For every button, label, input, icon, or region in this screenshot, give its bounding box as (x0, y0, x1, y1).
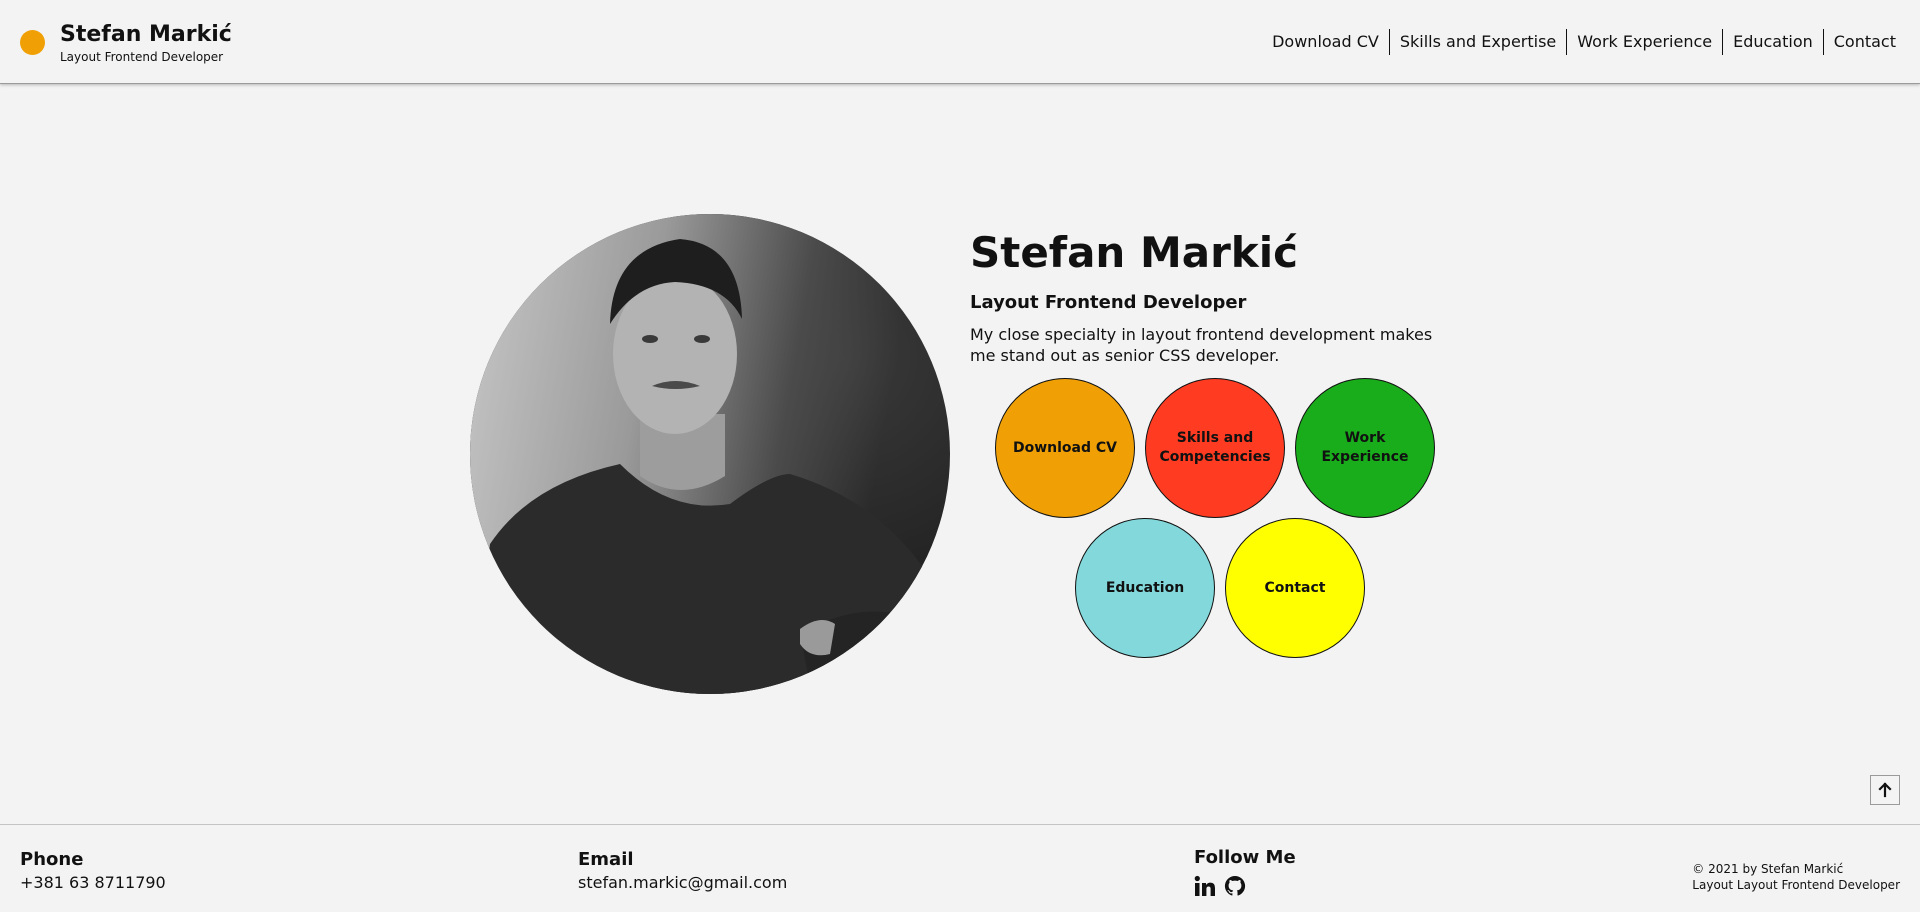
footer-tagline: Layout Layout Frontend Developer (1692, 878, 1900, 892)
hero-name: Stefan Markić (970, 228, 1299, 277)
email-title: Email (578, 849, 634, 870)
email-value[interactable]: stefan.markic@gmail.com (578, 873, 787, 892)
brand-name[interactable]: Stefan Markić (60, 22, 232, 47)
github-icon[interactable] (1224, 875, 1246, 897)
site-header: Stefan Markić Layout Frontend Developer … (0, 0, 1920, 84)
skills-button[interactable]: Skills and Competencies (1145, 378, 1285, 518)
site-footer: Phone +381 63 8711790 Email stefan.marki… (0, 824, 1920, 912)
brand-role: Layout Frontend Developer (60, 50, 224, 64)
main-nav: Download CV Skills and Expertise Work Ex… (1262, 29, 1906, 55)
hero-description: My close specialty in layout frontend de… (970, 325, 1433, 365)
linkedin-icon[interactable] (1194, 875, 1216, 897)
download-cv-button[interactable]: Download CV (995, 378, 1135, 518)
phone-title: Phone (20, 849, 84, 870)
nav-work-experience[interactable]: Work Experience (1566, 29, 1722, 55)
profile-photo (470, 214, 950, 694)
arrow-up-icon (1878, 782, 1892, 798)
contact-button[interactable]: Contact (1225, 518, 1365, 658)
nav-education[interactable]: Education (1722, 29, 1823, 55)
hero-text: Stefan Markić Layout Frontend Developer … (970, 228, 1460, 366)
education-button[interactable]: Education (1075, 518, 1215, 658)
copyright-line: © 2021 by Stefan Markić (1692, 862, 1844, 876)
hero-role: Layout Frontend Developer (970, 292, 1247, 313)
brand-logo-dot[interactable] (20, 30, 45, 55)
work-experience-button[interactable]: Work Experience (1295, 378, 1435, 518)
social-links (1194, 875, 1246, 897)
back-to-top-button[interactable] (1870, 775, 1900, 805)
nav-contact[interactable]: Contact (1822, 29, 1906, 55)
follow-title: Follow Me (1194, 847, 1296, 868)
phone-value[interactable]: +381 63 8711790 (20, 873, 166, 892)
copyright: © 2021 by Stefan Markić Layout Layout Fr… (1692, 861, 1900, 893)
nav-download-cv[interactable]: Download CV (1262, 29, 1389, 55)
nav-skills[interactable]: Skills and Expertise (1388, 29, 1566, 55)
